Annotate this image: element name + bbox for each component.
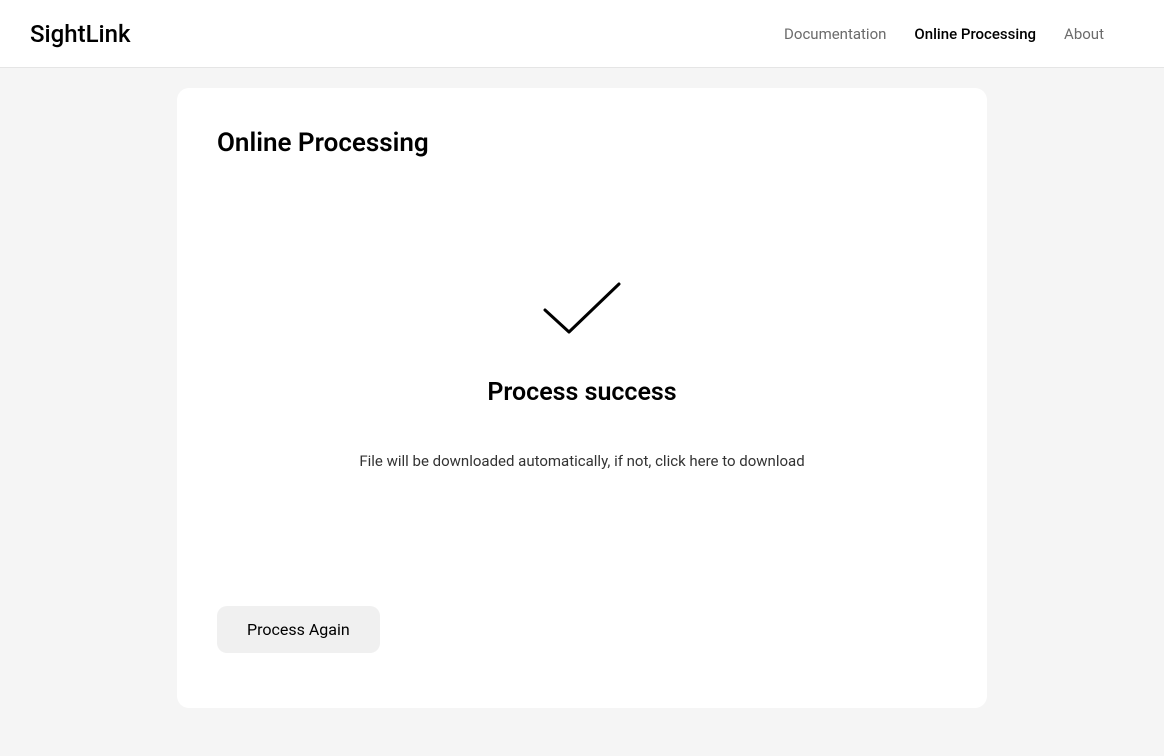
nav: Documentation Online Processing About [784,25,1134,43]
nav-documentation[interactable]: Documentation [784,25,886,43]
checkmark-icon [537,278,627,338]
success-heading: Process success [487,378,676,407]
logo[interactable]: SightLink [30,20,131,48]
page-title: Online Processing [217,128,947,158]
success-block: Process success File will be downloaded … [217,278,947,470]
process-again-button[interactable]: Process Again [217,606,380,653]
card: Online Processing Process success File w… [177,88,987,708]
header: SightLink Documentation Online Processin… [0,0,1164,68]
main: Online Processing Process success File w… [0,68,1164,708]
nav-about[interactable]: About [1064,25,1104,43]
nav-online-processing[interactable]: Online Processing [914,25,1036,43]
success-message[interactable]: File will be downloaded automatically, i… [359,452,804,470]
